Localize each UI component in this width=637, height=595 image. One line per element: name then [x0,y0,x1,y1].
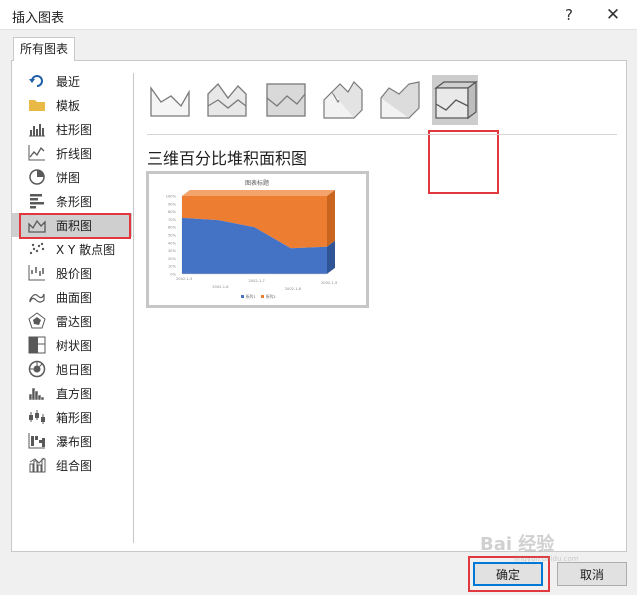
sidebar-item[interactable]: 面积图 [12,213,132,237]
watermark-subtext: jingyan.baidu.com [513,555,579,563]
sidebar-item[interactable]: 折线图 [12,141,132,165]
sidebar-item[interactable]: 树状图 [12,333,132,357]
y-tick-label: 60% [168,226,177,230]
ok-button[interactable]: 确定 [473,562,543,586]
watermark-text: Bai 经验 [480,533,555,555]
sidebar-item[interactable]: 旭日图 [12,357,132,381]
sidebar-item-label: 直方图 [56,386,93,401]
sidebar-item[interactable]: 柱形图 [12,117,132,141]
column-chart-icon [28,120,46,138]
pie-chart-icon [28,168,46,186]
dialog-titlebar: 插入图表 ? ✕ [0,0,637,30]
sidebar-item-label: 旭日图 [56,362,93,377]
stock-chart-icon [28,264,46,282]
x-tick-label: 2002-1-8 [285,287,302,291]
sidebar-item[interactable]: 箱形图 [12,405,132,429]
y-tick-label: 20% [168,257,177,261]
y-tick-label: 90% [168,202,177,206]
preview-title: 图表标题 [245,179,269,187]
y-tick-label: 0% [170,273,176,277]
y-tick-label: 30% [168,249,177,253]
sidebar-item-label: 柱形图 [56,122,93,137]
legend-swatch [241,295,244,298]
waterfall-chart-icon [28,432,46,450]
stacked-area-icon[interactable] [204,75,250,125]
x-tick-label: 2002-1-7 [249,279,265,283]
chart-preview[interactable]: 图表标题 100% 90% 80% 70% 60% 50% 40% 30% 20% 10% 0% 200… [146,171,369,308]
3d-stacked-area-icon[interactable] [377,75,423,125]
y-tick-label: 80% [168,210,177,214]
sidebar-item[interactable]: 股价图 [12,261,132,285]
divider [133,73,134,543]
sidebar-item-label: 曲面图 [56,290,93,305]
folder-icon [28,96,46,114]
sunburst-chart-icon [28,360,46,378]
cancel-button[interactable]: 取消 [557,562,627,586]
sidebar-item[interactable]: 曲面图 [12,285,132,309]
sidebar-item[interactable]: 饼图 [12,165,132,189]
y-tick-label: 40% [168,241,177,245]
legend-swatch [261,295,264,298]
sidebar-item[interactable]: 组合图 [12,453,132,477]
divider [147,134,617,135]
combo-chart-icon [28,456,46,474]
line-chart-icon [28,144,46,162]
sidebar-item-label: X Y 散点图 [56,242,116,257]
treemap-chart-icon [28,336,46,354]
x-tick-label: 2002-1-5 [176,277,192,281]
y-tick-label: 10% [168,265,177,269]
sidebar-item-label: 组合图 [56,458,93,473]
sidebar-item[interactable]: 雷达图 [12,309,132,333]
y-tick-label: 100% [166,195,177,199]
selected-subtype-highlight [428,130,499,194]
sidebar-item[interactable]: X Y 散点图 [12,237,132,261]
x-tick-label: 2002-1-6 [212,285,229,289]
histogram-chart-icon [28,384,46,402]
sidebar-item-label: 最近 [56,74,81,89]
area-icon[interactable] [147,75,193,125]
chart-gallery-panel: 最近模板柱形图折线图饼图条形图面积图 X Y 散点图 股价图曲面图雷达图树状图旭日图… [11,60,627,552]
legend-label: 系列1 [246,294,257,299]
sidebar-item-label: 条形图 [56,194,93,209]
series-top-face [182,190,335,196]
dialog-title: 插入图表 [12,11,65,26]
area-chart-icon [28,216,46,234]
baidu-watermark: Bai 经验 jingyan.baidu.com [480,533,579,563]
sidebar-item-label: 面积图 [56,218,93,233]
preview-chart: 图表标题100%90%80%70%60%50%40%30%20%10%0%200… [166,179,338,299]
sidebar-item-label: 折线图 [56,146,93,161]
y-tick-label: 70% [168,218,177,222]
y-tick-label: 50% [168,234,177,238]
sidebar-item[interactable]: 最近 [12,69,132,93]
sidebar-item-label: 雷达图 [56,314,93,329]
radar-chart-icon [28,312,46,330]
sidebar-item-label: 饼图 [56,170,81,185]
x-tick-label: 2002-1-9 [321,281,338,285]
help-button[interactable]: ? [555,3,583,27]
sidebar-item-label: 瀑布图 [56,434,93,449]
box-whisker-chart-icon [28,408,46,426]
3d-percent-stacked-area-icon[interactable] [432,75,478,125]
chart-subtype-name: 三维百分比堆积面积图 [147,149,308,168]
surface-chart-icon [28,288,46,306]
sidebar-item-label: 模板 [56,98,81,113]
3d-area-icon[interactable] [320,75,366,125]
percent-stacked-area-icon[interactable] [263,75,309,125]
sidebar-item[interactable]: 瀑布图 [12,429,132,453]
sidebar-item-label: 箱形图 [56,410,93,425]
chart-type-list: 最近模板柱形图折线图饼图条形图面积图 X Y 散点图 股价图曲面图雷达图树状图旭日图… [12,69,132,477]
recent-icon [28,72,46,90]
bar-chart-icon [28,192,46,210]
sidebar-item[interactable]: 直方图 [12,381,132,405]
sidebar-item[interactable]: 模板 [12,93,132,117]
legend-label: 系列2 [266,294,277,299]
tab-all-charts[interactable]: 所有图表 [13,37,76,61]
series-side-face [327,190,335,247]
sidebar-item-label: 树状图 [56,338,93,353]
scatter-chart-icon [28,240,46,258]
sidebar-item-label: 股价图 [56,266,93,281]
close-button[interactable]: ✕ [599,3,627,27]
sidebar-item[interactable]: 条形图 [12,189,132,213]
